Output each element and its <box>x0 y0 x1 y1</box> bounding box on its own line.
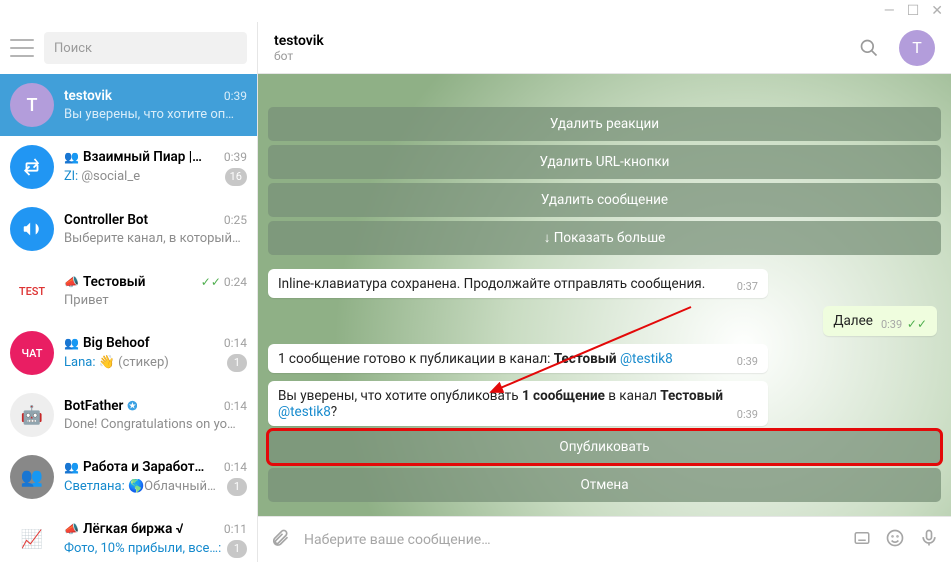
chat-time: 0:14 <box>224 460 247 474</box>
avatar: 📈 <box>10 517 54 561</box>
chat-snippet: Светлана: 🌎Облачный… <box>64 479 216 494</box>
chat-name: 👥Big Behoof <box>64 335 150 351</box>
menu-icon[interactable] <box>10 39 34 57</box>
message-bubble[interactable]: 1 сообщение готово к публикации в канал:… <box>268 344 768 373</box>
unread-badge: 16 <box>225 168 247 186</box>
chat-list-item[interactable]: TEST 📣Тестовый ✓✓ 0:24 Привет <box>0 260 257 322</box>
avatar: TEST <box>10 269 54 313</box>
chat-title-block[interactable]: testovik бот <box>274 33 839 63</box>
unread-badge: 1 <box>227 540 247 558</box>
chat-list-item[interactable]: 👥Взаимный Пиар |… 0:39 Zl: @social_e 16 <box>0 136 257 198</box>
close-icon[interactable]: ✕ <box>931 3 943 19</box>
chat-time: 0:25 <box>224 213 247 227</box>
read-checks-icon: ✓✓ <box>201 275 221 289</box>
chat-time: 0:39 <box>224 89 247 103</box>
avatar: 🤖 <box>10 393 54 437</box>
emoji-icon[interactable] <box>885 528 905 552</box>
chat-name: 👥Взаимный Пиар |… <box>64 149 202 165</box>
chat-subtitle: бот <box>274 49 839 63</box>
group-icon: 👥 <box>64 150 79 164</box>
message-list: Удалить реакции Удалить URL-кнопки Удалить… <box>258 74 951 516</box>
sidebar: Поиск Ttestovik 0:39 Вы уверены, что хотит… <box>0 22 258 562</box>
chat-snippet: Привет <box>64 293 109 308</box>
chat-name: testovik <box>64 88 112 104</box>
chat-time: 0:14 <box>224 336 247 350</box>
channel-icon: 📣 <box>64 275 79 289</box>
group-icon: 👥 <box>64 460 79 474</box>
attach-icon[interactable] <box>270 528 290 552</box>
chat-list-item[interactable]: 📈 📣Лёгкая биржа √ 0:11Фото, 10% прибыли, в… <box>0 508 257 562</box>
chat-list-item[interactable]: Controller Bot 0:25 Выберите канал, в кото… <box>0 198 257 260</box>
chat-title: testovik <box>274 33 839 49</box>
message-input[interactable]: Наберите ваше сообщение… <box>304 532 839 548</box>
inline-keyboard-button[interactable]: ↓ Показать больше <box>268 221 941 255</box>
inline-keyboard-button[interactable]: Удалить сообщение <box>268 183 941 217</box>
conversation: testovik бот T Удалить реакции Удалить UR… <box>258 22 951 562</box>
maximize-icon[interactable]: ☐ <box>907 3 920 19</box>
channel-icon: 📣 <box>64 522 79 536</box>
chat-name: Controller Bot <box>64 212 148 228</box>
chat-name: 📣Тестовый <box>64 274 146 290</box>
message-input-bar: Наберите ваше сообщение… <box>258 516 951 562</box>
message-time: 0:39 <box>737 408 758 421</box>
message-time: 0:37 <box>737 280 758 293</box>
chat-list: Ttestovik 0:39 Вы уверены, что хотите оп… 👥… <box>0 74 257 562</box>
avatar: 👥 <box>10 455 54 499</box>
chat-name: BotFather ✪ <box>64 398 137 414</box>
chat-avatar[interactable]: T <box>899 30 935 66</box>
minimize-icon[interactable]: — <box>884 3 895 19</box>
chat-list-item[interactable]: 👥👥Работа и Заработ…0:14Светлана: 🌎Облачн… <box>0 446 257 508</box>
avatar <box>10 145 54 189</box>
group-icon: 👥 <box>64 336 79 350</box>
chat-snippet: Lana: 👋 (стикер) <box>64 355 169 370</box>
chat-name: 👥Работа и Заработ… <box>64 459 204 475</box>
mic-icon[interactable] <box>919 528 939 552</box>
inline-keyboard-button[interactable]: Удалить реакции <box>268 107 941 141</box>
read-checks-icon: ✓✓ <box>907 317 927 331</box>
search-icon[interactable] <box>851 30 887 66</box>
chat-list-item[interactable]: ЧАТ 👥Big Behoof 0:14 Lana: 👋 (стикер) 1 <box>0 322 257 384</box>
inline-keyboard-button[interactable]: Отмена <box>268 468 941 502</box>
message-time: 0:39 ✓✓ <box>881 317 927 331</box>
message-bubble[interactable]: Inline-клавиатура сохранена. Продолжайте… <box>268 269 768 298</box>
chat-name: 📣Лёгкая биржа √ <box>64 521 183 537</box>
chat-list-item[interactable]: Ttestovik 0:39 Вы уверены, что хотите оп… <box>0 74 257 136</box>
chat-list-item[interactable]: 🤖 BotFather ✪ 0:14 Done! Congratulations on… <box>0 384 257 446</box>
chat-snippet: Выберите канал, в который… <box>64 231 241 246</box>
search-input[interactable]: Поиск <box>44 32 247 64</box>
unread-badge: 1 <box>227 354 247 372</box>
avatar <box>10 207 54 251</box>
verified-icon: ✪ <box>127 399 137 413</box>
bot-keyboard-icon[interactable] <box>853 529 871 551</box>
message-bubble-out[interactable]: Далее0:39 ✓✓ <box>823 306 937 336</box>
chat-time: 0:11 <box>224 522 247 536</box>
chat-snippet: Zl: @social_e <box>64 169 140 184</box>
inline-keyboard-button[interactable]: Опубликовать <box>268 430 941 464</box>
avatar: ЧАТ <box>10 331 54 375</box>
chat-snippet: Вы уверены, что хотите оп… <box>64 107 234 122</box>
inline-keyboard-button[interactable]: Удалить URL-кнопки <box>268 145 941 179</box>
unread-badge: 1 <box>227 478 247 496</box>
message-bubble[interactable]: Вы уверены, что хотите опубликовать 1 со… <box>268 381 768 426</box>
message-time: 0:39 <box>737 355 758 368</box>
chat-time: 0:39 <box>224 150 247 164</box>
chat-header: testovik бот T <box>258 22 951 74</box>
avatar: T <box>10 83 54 127</box>
chat-snippet: Фото, 10% прибыли, все…: <box>64 541 221 556</box>
chat-time: ✓✓ 0:24 <box>201 275 247 289</box>
chat-snippet: Done! Congratulations on yo… <box>64 417 236 432</box>
chat-time: 0:14 <box>224 399 247 413</box>
titlebar: — ☐ ✕ <box>0 0 951 22</box>
